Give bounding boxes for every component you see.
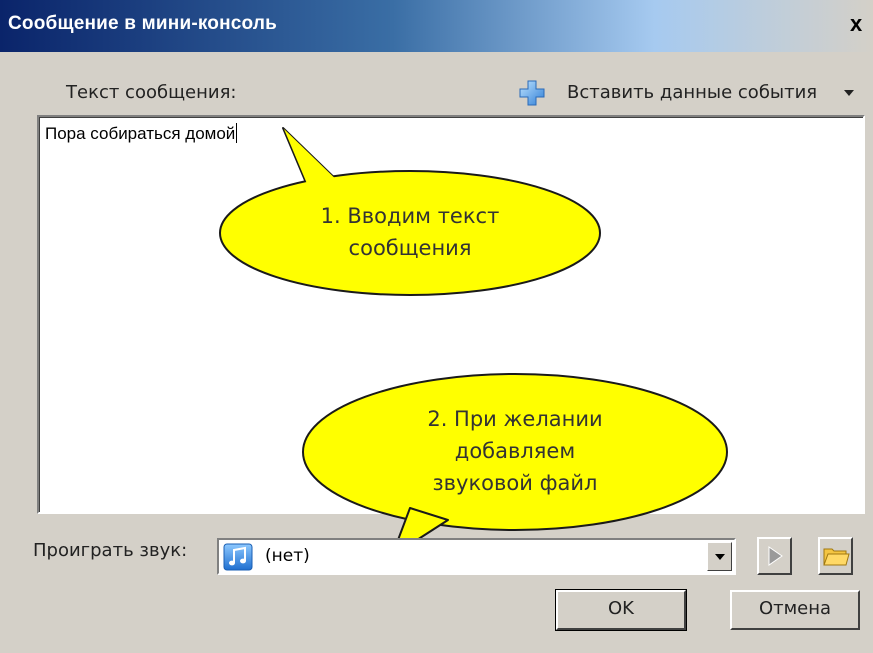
chevron-down-icon	[844, 90, 854, 96]
browse-sound-file-button[interactable]	[818, 537, 853, 575]
callout-2-line-1: 2. При желании	[427, 407, 603, 431]
sound-dropdown-button[interactable]	[707, 542, 732, 571]
callout-2-text: 2. При желании добавляем звуковой файл	[390, 403, 640, 499]
callout-2-line-3: звуковой файл	[432, 471, 598, 495]
callout-1-line-2: сообщения	[348, 236, 472, 260]
play-sound-button[interactable]	[757, 537, 792, 575]
message-text-label: Текст сообщения:	[66, 82, 237, 103]
sound-select-value: (нет)	[265, 546, 310, 566]
plus-icon	[519, 80, 545, 106]
callout-2-line-2: добавляем	[454, 439, 576, 463]
message-text: Пора собираться домой	[45, 123, 238, 143]
title-bar: Сообщение в мини-консоль x	[0, 0, 873, 52]
ok-button[interactable]: OK	[555, 589, 687, 631]
folder-icon	[823, 548, 850, 566]
play-sound-label: Проиграть звук:	[33, 540, 188, 561]
insert-event-data-label: Вставить данные события	[567, 82, 818, 103]
music-note-icon	[223, 543, 253, 571]
close-button[interactable]: x	[850, 11, 873, 37]
callout-1-text: 1. Вводим текст сообщения	[300, 200, 520, 264]
play-icon	[768, 546, 783, 566]
cancel-button[interactable]: Отмена	[730, 590, 860, 630]
callout-1-line-1: 1. Вводим текст	[320, 204, 500, 228]
sound-select[interactable]: (нет)	[217, 538, 736, 575]
text-caret	[236, 123, 238, 143]
window-title: Сообщение в мини-консоль	[8, 13, 278, 34]
